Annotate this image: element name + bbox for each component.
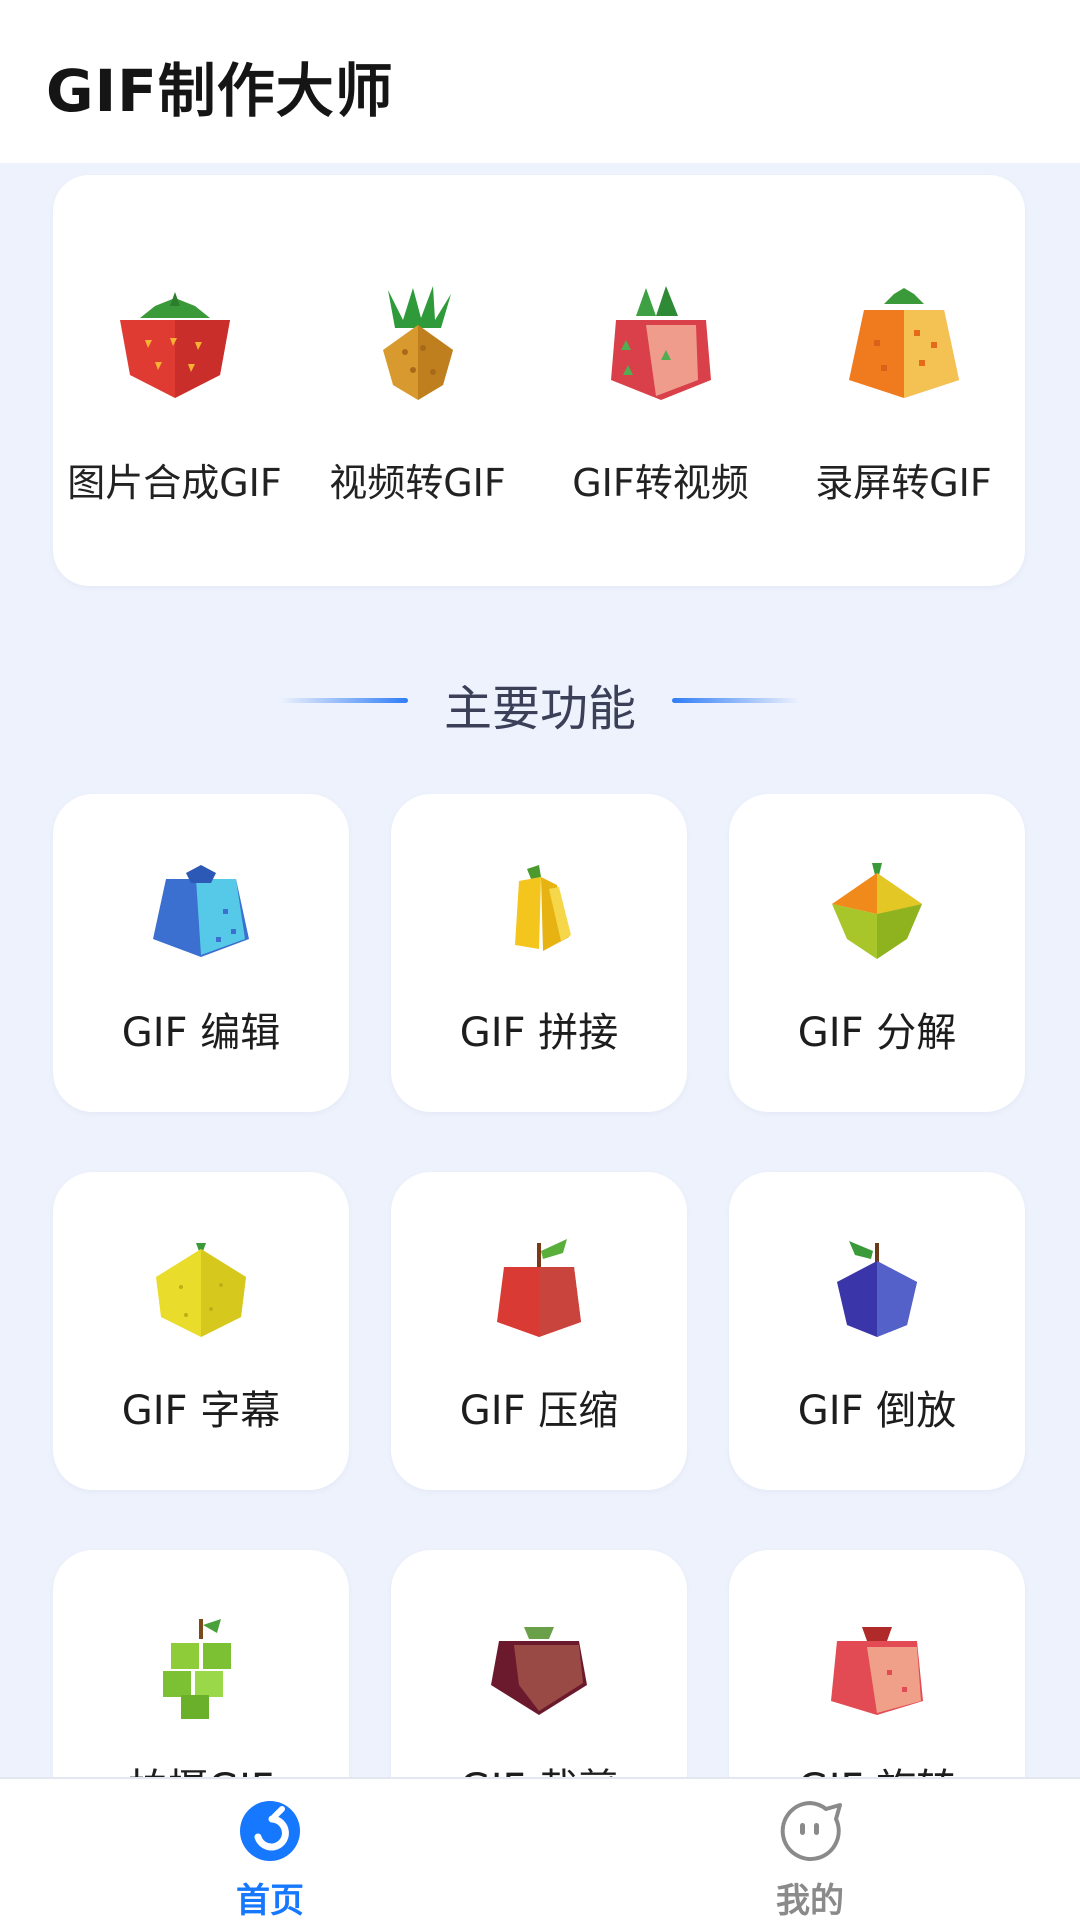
quick-tool-screen-record-to-gif[interactable]: 录屏转GIF [782, 175, 1025, 586]
blueberry-icon [153, 865, 249, 957]
feature-gif-split[interactable]: GIF 分解 [729, 794, 1025, 1112]
nav-label-mine: 我的 [776, 1881, 844, 1921]
feature-label: GIF 裁剪 [391, 1756, 687, 1777]
feature-label: GIF 压缩 [459, 1388, 619, 1434]
orange-icon [848, 288, 959, 398]
quick-tool-images-to-gif[interactable]: 图片合成GIF [53, 175, 296, 586]
nav-label-home: 首页 [236, 1881, 304, 1921]
feature-label: GIF 字幕 [121, 1388, 281, 1434]
apple-icon [497, 1239, 581, 1337]
section-divider-right [672, 698, 800, 703]
feature-record-gif[interactable]: 拍摄GIF [53, 1550, 349, 1777]
home-icon [240, 1801, 300, 1861]
feature-gif-rotate[interactable]: GIF 旋转 [729, 1550, 1025, 1777]
feature-label: GIF 编辑 [121, 1010, 281, 1056]
feature-label: 拍摄GIF [53, 1756, 349, 1777]
feature-gif-subtitle[interactable]: GIF 字幕 [53, 1172, 349, 1490]
feature-label: GIF 分解 [797, 1010, 957, 1056]
feature-gif-compress[interactable]: GIF 压缩 [391, 1172, 687, 1490]
app-title: GIF制作大师 [46, 57, 394, 125]
dragonfruit-icon [610, 286, 711, 400]
quick-tool-label: 视频转GIF [329, 461, 506, 505]
section-title: 主要功能 [443, 681, 636, 737]
feature-gif-reverse[interactable]: GIF 倒放 [729, 1172, 1025, 1490]
quick-tools-card: 图片合成GIF 视频转GIF GIF转视频 录屏转GIF [53, 175, 1025, 586]
lemon-icon [156, 1243, 246, 1337]
quick-tool-label: GIF转视频 [572, 461, 749, 505]
pineapple-icon [382, 286, 453, 400]
strawberry-icon [119, 292, 230, 398]
banana-icon [515, 865, 571, 951]
section-header: 主要功能 [0, 661, 1080, 741]
nav-tab-home[interactable]: 首页 [120, 1779, 420, 1922]
main-scroll-area[interactable]: 图片合成GIF 视频转GIF GIF转视频 录屏转GIF 主要功能 GIF 编辑… [0, 163, 1080, 1777]
peach-icon [831, 1627, 923, 1715]
profile-chat-icon [780, 1801, 842, 1861]
feature-label: GIF 倒放 [797, 1388, 957, 1434]
app-bar: GIF制作大师 [0, 0, 1080, 163]
quick-tool-gif-to-video[interactable]: GIF转视频 [539, 175, 782, 586]
quick-tool-label: 录屏转GIF [815, 461, 992, 505]
plum-icon [837, 1241, 917, 1337]
feature-gif-merge[interactable]: GIF 拼接 [391, 794, 687, 1112]
bottom-nav: 首页 我的 [0, 1777, 1080, 1922]
mango-icon [832, 863, 922, 959]
mangosteen-icon [491, 1627, 587, 1715]
quick-tool-label: 图片合成GIF [67, 461, 282, 505]
feature-gif-crop[interactable]: GIF 裁剪 [391, 1550, 687, 1777]
quick-tool-video-to-gif[interactable]: 视频转GIF [296, 175, 539, 586]
nav-tab-mine[interactable]: 我的 [660, 1779, 960, 1922]
feature-gif-edit[interactable]: GIF 编辑 [53, 794, 349, 1112]
grapes-icon [163, 1619, 231, 1719]
feature-label: GIF 拼接 [459, 1010, 619, 1056]
feature-label: GIF 旋转 [729, 1756, 1025, 1777]
